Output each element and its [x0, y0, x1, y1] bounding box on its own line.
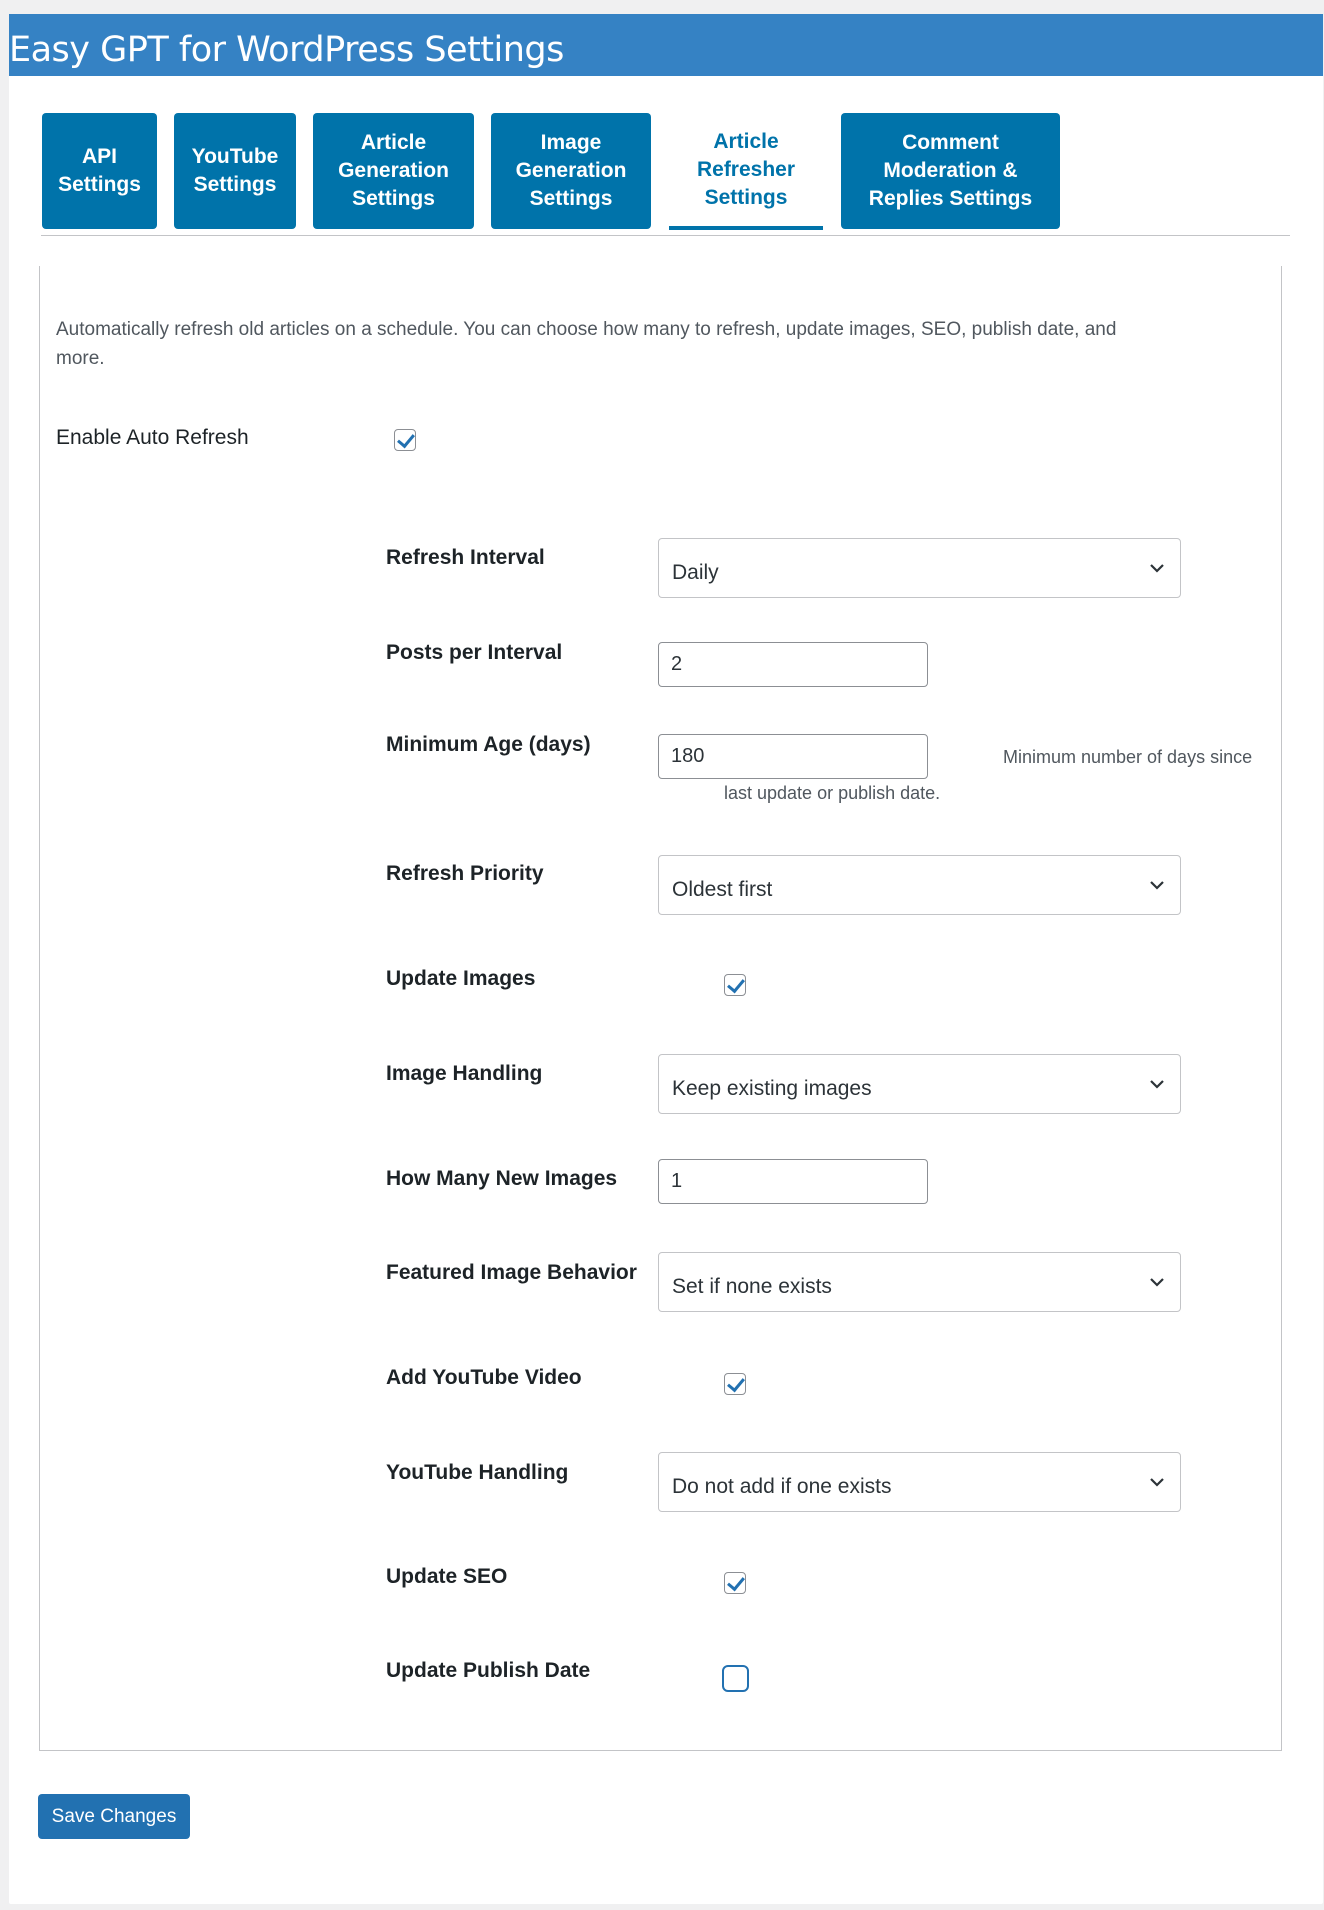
tab-youtube-settings[interactable]: YouTube Settings — [174, 113, 296, 229]
minimum-age-help-text-continued: last update or publish date. — [724, 783, 941, 803]
refresher-settings-panel: Automatically refresh old articles on a … — [39, 266, 1282, 1751]
save-changes-button[interactable]: Save Changes — [38, 1794, 190, 1839]
featured-image-behavior-select[interactable]: Set if none exists — [658, 1252, 1181, 1312]
section-description: Automatically refresh old articles on a … — [56, 319, 1117, 369]
update-images-checkbox[interactable] — [724, 974, 746, 996]
posts-per-interval-input[interactable] — [658, 642, 928, 687]
minimum-age-help-text: Minimum number of days since — [1003, 747, 1253, 767]
tab-comment-moderation-settings[interactable]: Comment Moderation & Replies Settings — [841, 113, 1060, 229]
update-seo-label: Update SEO — [386, 1565, 508, 1588]
tab-label-line: Image — [540, 131, 602, 154]
refresh-interval-value: Daily — [672, 561, 719, 584]
refresh-interval-select[interactable]: Daily — [658, 538, 1181, 598]
posts-per-interval-label: Posts per Interval — [386, 641, 563, 664]
update-seo-checkbox[interactable] — [724, 1572, 746, 1594]
tab-label-line: API — [81, 145, 117, 168]
how-many-new-images-input[interactable] — [658, 1159, 928, 1204]
tab-label-line: Settings — [193, 173, 277, 196]
tab-api-settings[interactable]: API Settings — [42, 113, 157, 229]
minimum-age-input[interactable] — [658, 734, 928, 779]
tab-label-line: Settings — [58, 173, 141, 196]
chevron-down-icon — [1150, 1478, 1164, 1487]
tab-label-line: Comment — [902, 131, 999, 154]
tab-label-line: Moderation & — [883, 159, 1018, 182]
chevron-down-icon — [1150, 1278, 1164, 1287]
tab-label-line: Settings — [529, 187, 613, 210]
tab-label-line: YouTube — [191, 145, 279, 168]
image-handling-select[interactable]: Keep existing images — [658, 1054, 1181, 1114]
enable-auto-refresh-label: Enable Auto Refresh — [56, 426, 249, 449]
tab-label-line: Replies Settings — [868, 187, 1033, 210]
tab-article-generation-settings[interactable]: Article Generation Settings — [313, 113, 474, 229]
youtube-handling-value: Do not add if one exists — [672, 1475, 892, 1498]
image-handling-label: Image Handling — [386, 1062, 543, 1085]
add-youtube-video-checkbox[interactable] — [724, 1373, 746, 1395]
featured-image-behavior-value: Set if none exists — [672, 1275, 832, 1298]
tab-article-refresher-settings[interactable]: Article Refresher Settings — [669, 113, 823, 230]
enable-auto-refresh-checkbox[interactable] — [394, 429, 416, 451]
update-publish-date-checkbox[interactable] — [722, 1665, 749, 1692]
tab-image-generation-settings[interactable]: Image Generation Settings — [491, 113, 651, 229]
tabs-divider — [41, 235, 1290, 236]
featured-image-behavior-label: Featured Image Behavior — [386, 1261, 637, 1284]
tab-label-line: Article — [713, 129, 779, 153]
youtube-handling-label: YouTube Handling — [386, 1461, 569, 1484]
tab-label-line: Generation — [515, 159, 627, 182]
add-youtube-video-label: Add YouTube Video — [386, 1366, 582, 1389]
minimum-age-label: Minimum Age (days) — [386, 733, 591, 756]
tab-label-line: Article — [360, 131, 427, 154]
tab-label-line: Refresher — [696, 157, 796, 181]
youtube-handling-select[interactable]: Do not add if one exists — [658, 1452, 1181, 1512]
how-many-new-images-label: How Many New Images — [386, 1167, 618, 1190]
tab-label-line: Settings — [704, 185, 788, 209]
chevron-down-icon — [1150, 881, 1164, 890]
settings-tabs: API Settings YouTube Settings Article Ge… — [9, 14, 1323, 254]
update-publish-date-label: Update Publish Date — [386, 1659, 591, 1682]
refresh-interval-label: Refresh Interval — [386, 546, 545, 569]
tab-label-line: Generation — [338, 159, 449, 182]
image-handling-value: Keep existing images — [672, 1077, 872, 1100]
settings-page: Easy GPT for WordPress Settings API Sett… — [9, 14, 1323, 1904]
chevron-down-icon — [1150, 1080, 1164, 1089]
refresh-priority-value: Oldest first — [672, 878, 773, 901]
update-images-label: Update Images — [386, 967, 536, 990]
tab-label-line: Settings — [352, 187, 435, 210]
chevron-down-icon — [1150, 564, 1164, 573]
refresh-priority-select[interactable]: Oldest first — [658, 855, 1181, 915]
refresh-priority-label: Refresh Priority — [386, 862, 544, 885]
